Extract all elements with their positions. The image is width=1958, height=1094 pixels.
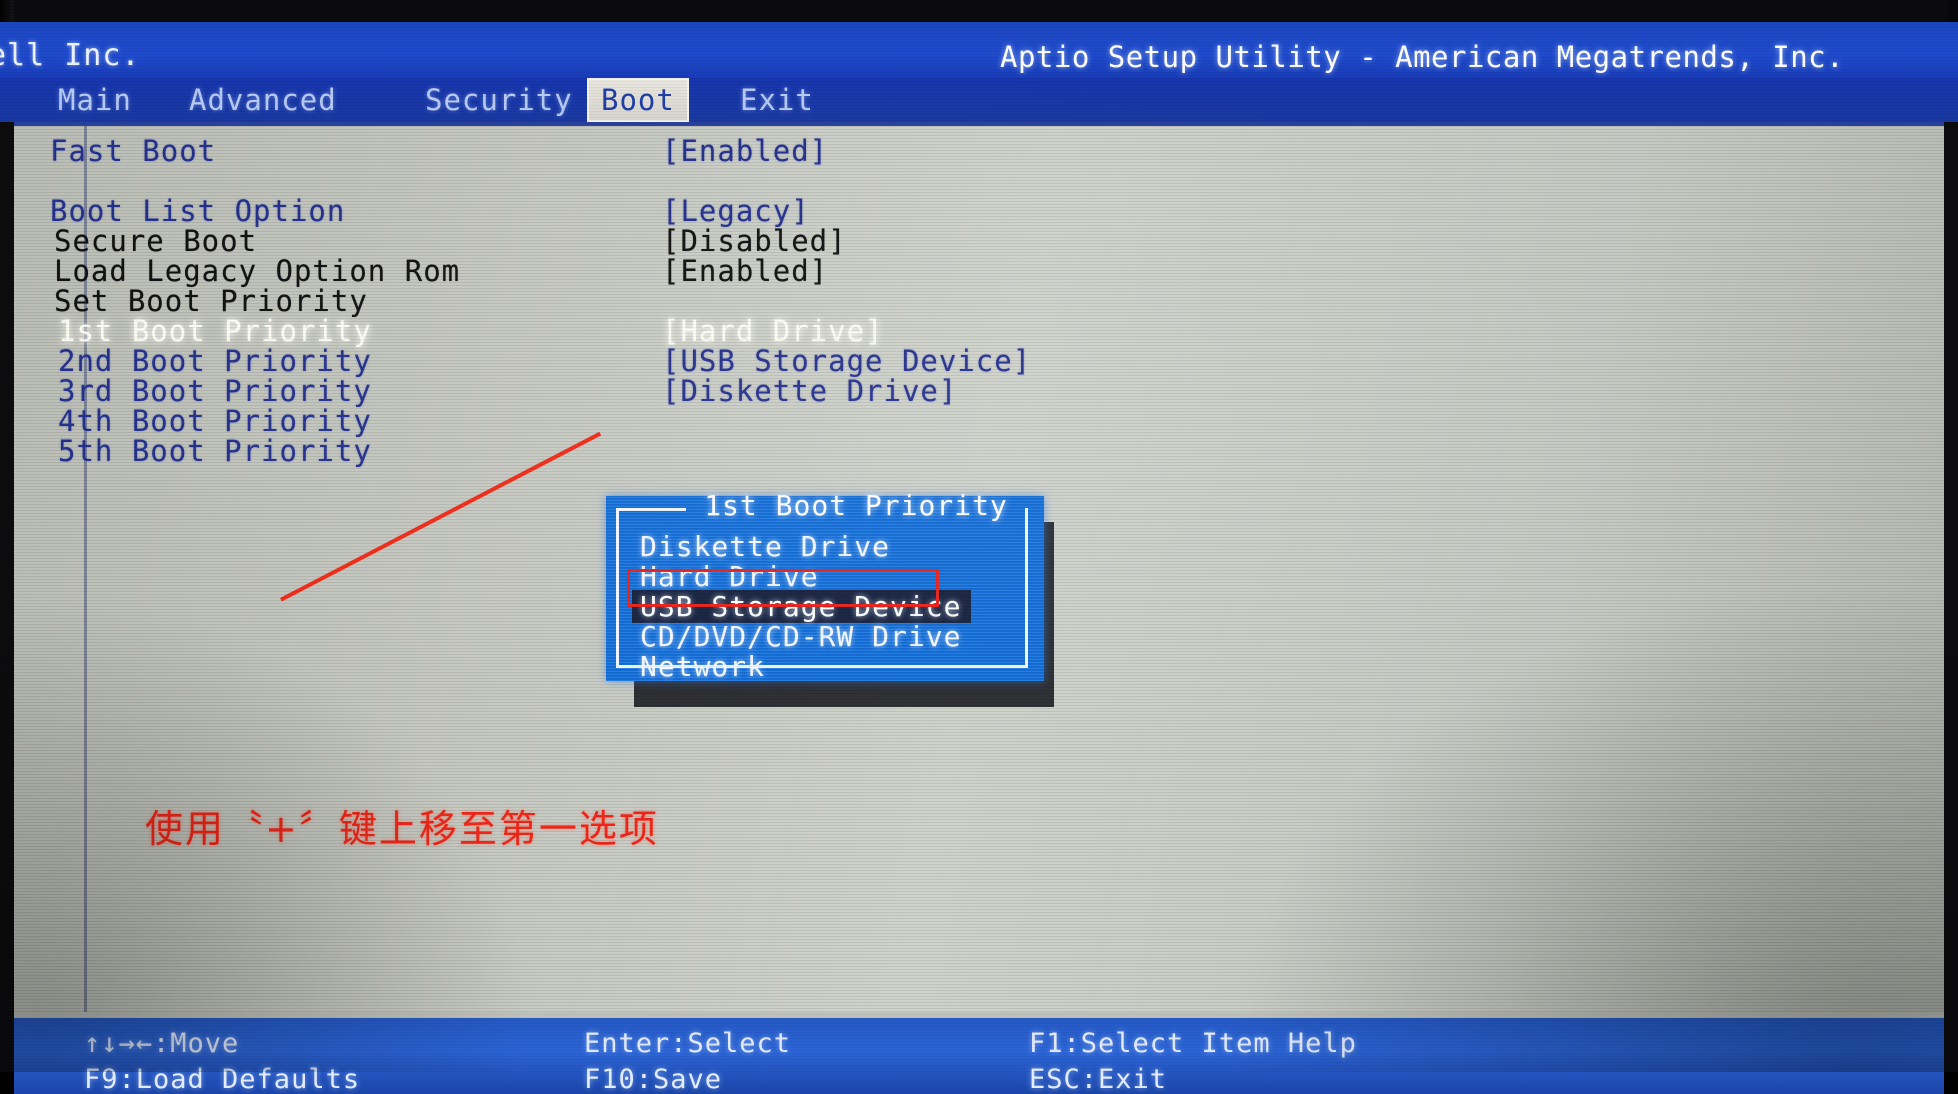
annotation-highlight-box	[627, 569, 939, 607]
setting-value: [Diskette Drive]	[662, 374, 958, 408]
popup-option-diskette-drive[interactable]: Diskette Drive	[640, 530, 890, 563]
help-key-f9: F9:Load Defaults	[84, 1064, 361, 1094]
settings-panel: Fast Boot [Enabled] Boot List Option [Le…	[14, 122, 1944, 1012]
help-key-f10: F10:Save	[584, 1064, 723, 1094]
tab-advanced[interactable]: Advanced	[175, 78, 351, 122]
monitor-bezel-top	[0, 0, 1958, 22]
tab-boot[interactable]: Boot	[587, 78, 689, 122]
popup-option-cd-dvd-cdrw-drive[interactable]: CD/DVD/CD-RW Drive	[640, 620, 961, 653]
screen-photograph: ell Inc. Aptio Setup Utility - American …	[0, 0, 1958, 1094]
tab-exit[interactable]: Exit	[726, 78, 828, 122]
popup-option-network[interactable]: Network	[640, 650, 765, 683]
tab-security[interactable]: Security	[411, 78, 587, 122]
setting-label: 5th Boot Priority	[58, 434, 372, 468]
panel-top-rule	[14, 122, 1944, 126]
menu-tab-bar: Main Advanced Security Boot Exit	[0, 78, 1958, 122]
help-key-esc: ESC:Exit	[1029, 1064, 1168, 1094]
vendor-name: ell Inc.	[0, 38, 141, 73]
help-key-enter: Enter:Select	[584, 1028, 792, 1059]
setting-value: [Enabled]	[662, 134, 829, 168]
setting-label: Fast Boot	[50, 134, 217, 168]
annotation-text: 使用〝+〞键上移至第一选项	[145, 807, 659, 851]
help-key-move: ↑↓→←:Move	[84, 1028, 240, 1059]
utility-title: Aptio Setup Utility - American Megatrend…	[1000, 40, 1845, 74]
help-key-f1: F1:Select Item Help	[1029, 1028, 1357, 1059]
help-key-bar: ↑↓→←:Move Enter:Select F1:Select Item He…	[14, 1012, 1944, 1094]
tab-main[interactable]: Main	[44, 78, 146, 122]
setting-value: [Enabled]	[662, 254, 829, 288]
popup-title: 1st Boot Priority	[704, 489, 1008, 522]
bios-screen: ell Inc. Aptio Setup Utility - American …	[0, 22, 1958, 1094]
